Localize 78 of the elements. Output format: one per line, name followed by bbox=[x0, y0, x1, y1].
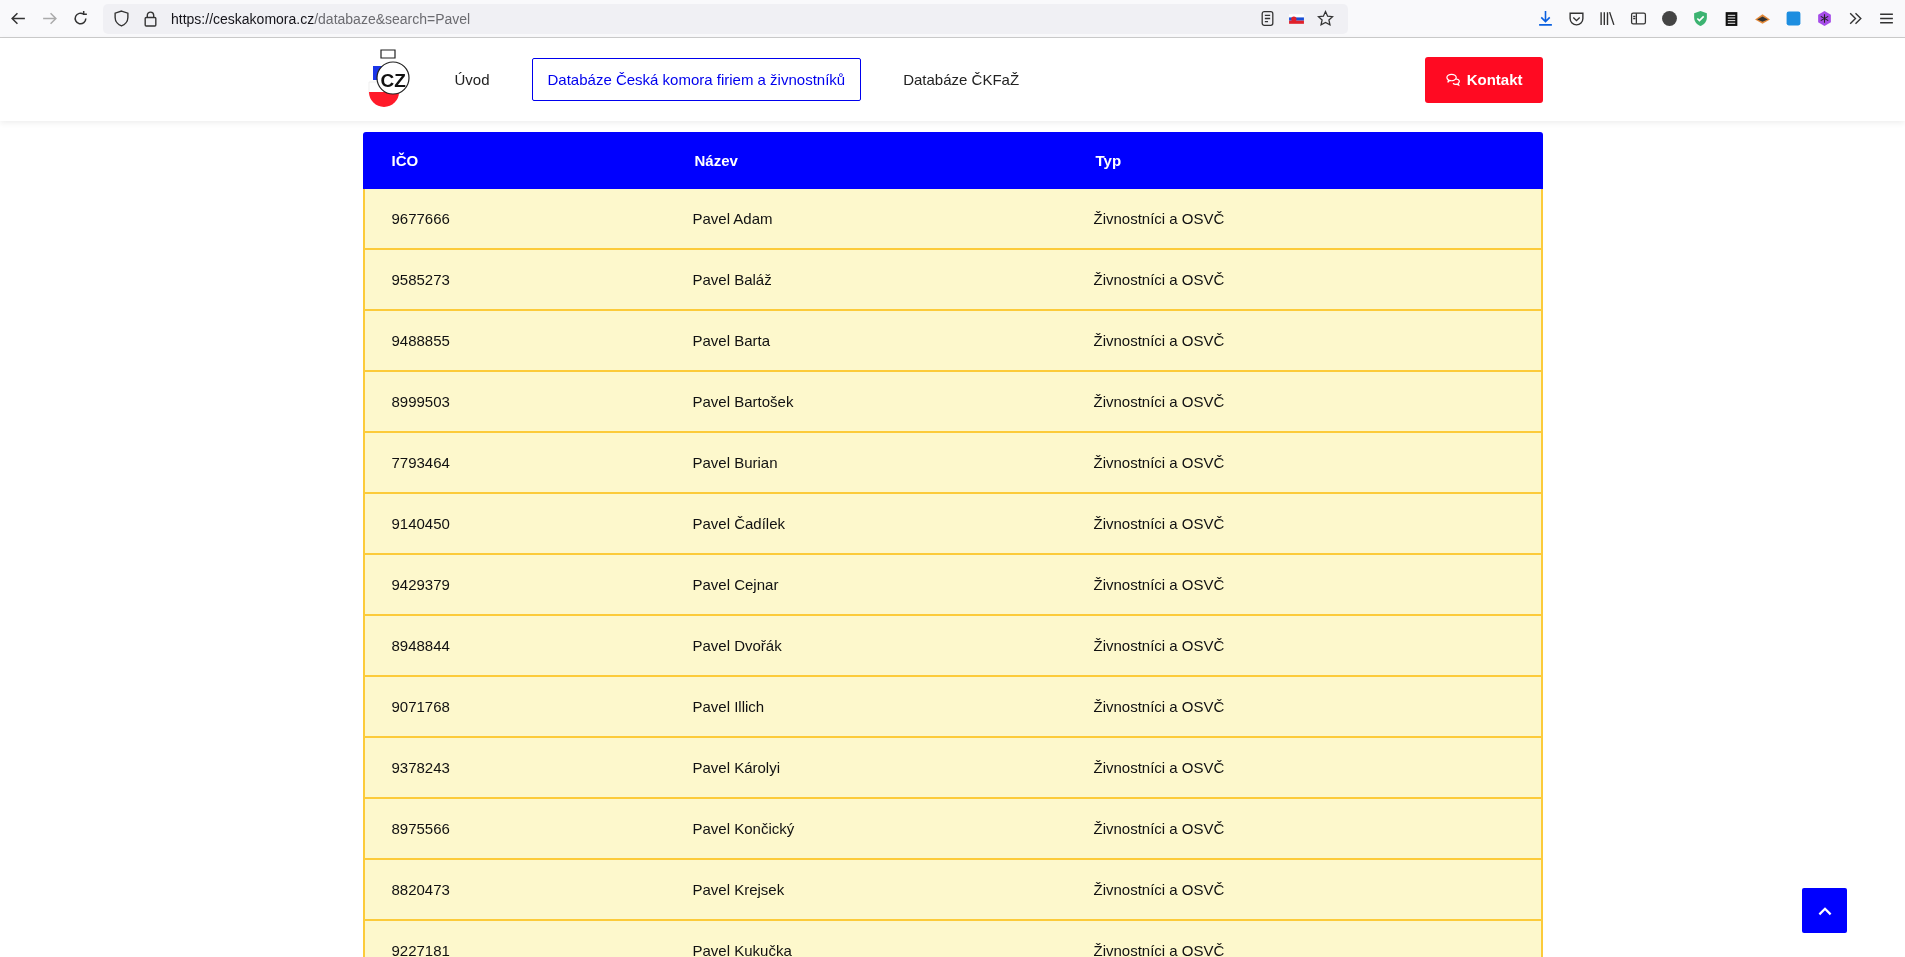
table-cell-text: Pavel Kukučka bbox=[692, 942, 793, 957]
table-cell-text: 9071768 bbox=[391, 698, 451, 715]
table-row[interactable]: 8948844 Pavel Dvořák Živnostníci a OSVČ bbox=[362, 616, 1543, 677]
star-icon[interactable] bbox=[1317, 10, 1334, 27]
table-cell-text: Živnostníci a OSVČ bbox=[1093, 698, 1226, 715]
table-cell-text: Živnostníci a OSVČ bbox=[1093, 210, 1226, 227]
pocket-icon[interactable] bbox=[1568, 10, 1585, 27]
table-cell-text: 8999503 bbox=[391, 393, 451, 410]
table-row[interactable]: 7793464 Pavel Burian Živnostníci a OSVČ bbox=[362, 433, 1543, 494]
table-cell-text: Živnostníci a OSVČ bbox=[1093, 393, 1226, 410]
table-cell-text: Živnostníci a OSVČ bbox=[1093, 881, 1226, 898]
shield-check-icon[interactable] bbox=[1692, 10, 1709, 27]
table-row[interactable]: 9585273 Pavel Baláž Živnostníci a OSVČ bbox=[362, 250, 1543, 311]
column-header: Typ bbox=[1095, 152, 1123, 169]
table-cell-text: Pavel Barta bbox=[692, 332, 772, 349]
table-row[interactable]: 9677666 Pavel Adam Živnostníci a OSVČ bbox=[362, 189, 1543, 250]
table-row[interactable]: 8820473 Pavel Krejsek Živnostníci a OSVČ bbox=[362, 860, 1543, 921]
overflow-icon[interactable] bbox=[1847, 10, 1864, 27]
table-row[interactable]: 9071768 Pavel Illich Živnostníci a OSVČ bbox=[362, 677, 1543, 738]
table-cell-text: 9677666 bbox=[391, 210, 451, 227]
download-icon[interactable] bbox=[1537, 10, 1554, 27]
table-cell-text: Živnostníci a OSVČ bbox=[1093, 332, 1226, 349]
nav-link[interactable]: Databáze Česká komora firiem a živnostníků bbox=[531, 58, 862, 101]
table-cell-text: Pavel Adam bbox=[692, 210, 774, 227]
table-cell-text: Pavel Čadílek bbox=[692, 515, 787, 532]
back-icon[interactable] bbox=[10, 10, 27, 27]
table-cell-text: Pavel Károlyi bbox=[692, 759, 782, 776]
shield-icon bbox=[113, 10, 130, 27]
reload-icon[interactable] bbox=[72, 10, 89, 27]
sidebar-icon[interactable] bbox=[1630, 10, 1647, 27]
table-cell-text: Pavel Bartošek bbox=[692, 393, 795, 410]
chat-icon bbox=[1444, 72, 1460, 87]
reader-view-icon[interactable] bbox=[1259, 10, 1276, 27]
table-cell-text: Živnostníci a OSVČ bbox=[1093, 454, 1226, 471]
notepad-icon[interactable] bbox=[1723, 10, 1740, 27]
table-cell-text: 9488855 bbox=[391, 332, 451, 349]
table-cell-text: Živnostníci a OSVČ bbox=[1093, 271, 1226, 288]
table-cell-text: Pavel Končický bbox=[692, 820, 796, 837]
table-row[interactable]: 9140450 Pavel Čadílek Živnostníci a OSVČ bbox=[362, 494, 1543, 555]
table-cell-text: 9140450 bbox=[391, 515, 451, 532]
table-cell-text: Pavel Burian bbox=[692, 454, 779, 471]
library-icon[interactable] bbox=[1599, 10, 1616, 27]
table-row[interactable]: 8999503 Pavel Bartošek Živnostníci a OSVČ bbox=[362, 372, 1543, 433]
table-cell-text: Pavel Illich bbox=[692, 698, 766, 715]
table-row[interactable]: 9378243 Pavel Károlyi Živnostníci a OSVČ bbox=[362, 738, 1543, 799]
table-cell-text: 8975566 bbox=[391, 820, 451, 837]
column-header: Název bbox=[694, 152, 739, 169]
table-cell-text: 9378243 bbox=[391, 759, 451, 776]
nav-link[interactable]: Databáze ČKFaŽ bbox=[887, 58, 1036, 101]
table-cell-text: Živnostníci a OSVČ bbox=[1093, 637, 1226, 654]
table-cell-text: Živnostníci a OSVČ bbox=[1093, 942, 1226, 957]
table-row[interactable]: 9429379 Pavel Cejnar Živnostníci a OSVČ bbox=[362, 555, 1543, 616]
lock-icon bbox=[142, 10, 159, 27]
url-text: https://ceskakomora.cz/databaze&search=Pavel bbox=[171, 10, 471, 27]
table-cell-text: 8948844 bbox=[391, 637, 451, 654]
table-cell-text: Pavel Krejsek bbox=[692, 881, 786, 898]
table-row[interactable]: 9488855 Pavel Barta Živnostníci a OSVČ bbox=[362, 311, 1543, 372]
table-cell-text: 7793464 bbox=[391, 454, 451, 471]
extension-icon[interactable] bbox=[1661, 10, 1678, 27]
table-cell-text: Živnostníci a OSVČ bbox=[1093, 820, 1226, 837]
table-cell-text: 8820473 bbox=[391, 881, 451, 898]
extension-icon[interactable] bbox=[1816, 10, 1833, 27]
table-row[interactable]: 9227181 Pavel Kukučka Živnostníci a OSVČ bbox=[362, 921, 1543, 957]
table-cell-text: Pavel Dvořák bbox=[692, 637, 783, 654]
table-cell-text: 9429379 bbox=[391, 576, 451, 593]
column-header: IČO bbox=[391, 152, 420, 169]
logo[interactable]: CZ bbox=[362, 47, 413, 112]
nav-link[interactable]: Úvod bbox=[438, 58, 506, 101]
table-cell-text: Pavel Cejnar bbox=[692, 576, 780, 593]
table-cell-text: Živnostníci a OSVČ bbox=[1093, 759, 1226, 776]
table-cell-text: Pavel Baláž bbox=[692, 271, 773, 288]
table-row[interactable]: 8975566 Pavel Končický Živnostníci a OSVČ bbox=[362, 799, 1543, 860]
table-cell-text: 9585273 bbox=[391, 271, 451, 288]
table-cell-text: Živnostníci a OSVČ bbox=[1093, 515, 1226, 532]
table-cell-text: Živnostníci a OSVČ bbox=[1093, 576, 1226, 593]
table-cell-text: 9227181 bbox=[391, 942, 451, 957]
address-bar[interactable]: https://ceskakomora.cz/databaze&search=Pavel bbox=[103, 3, 1348, 34]
contact-button[interactable]: Kontakt bbox=[1424, 56, 1543, 103]
